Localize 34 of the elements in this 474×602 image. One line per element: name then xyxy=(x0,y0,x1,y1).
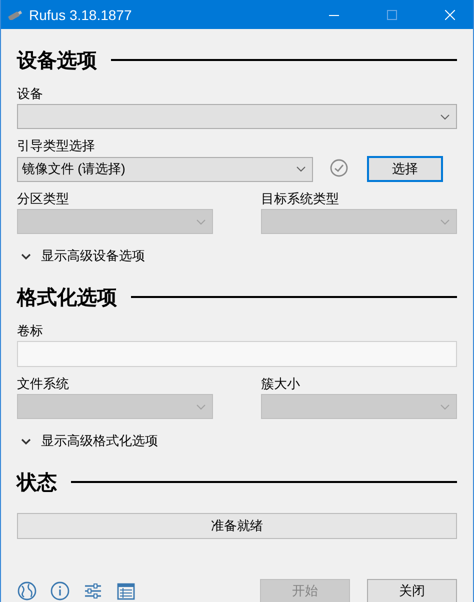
chevron-down-icon xyxy=(21,438,31,444)
settings-icon[interactable] xyxy=(83,581,103,601)
chevron-down-icon xyxy=(21,252,31,260)
field-label: 引导类型选择 xyxy=(17,138,96,154)
info-icon[interactable] xyxy=(50,581,70,601)
section-heading: 设备选项 xyxy=(17,48,97,74)
check-circle-icon xyxy=(330,159,348,177)
field-label: 簇大小 xyxy=(261,376,301,392)
expand-toggle[interactable]: 显示高级格式化选项 xyxy=(17,431,457,451)
chevron-down-icon xyxy=(196,218,206,224)
maximize-icon[interactable] xyxy=(387,10,397,20)
chevron-down-icon xyxy=(296,166,306,172)
status-bar: 准备就绪 xyxy=(17,513,457,539)
globe-icon[interactable] xyxy=(17,581,37,601)
usb-drive-icon xyxy=(7,10,23,20)
field-label: 文件系统 xyxy=(17,376,70,392)
section-heading: 格式化选项 xyxy=(17,286,117,310)
field-label: 目标系统类型 xyxy=(261,191,340,207)
footer-button[interactable]: 关闭 xyxy=(367,579,457,602)
chevron-down-icon xyxy=(440,218,450,224)
close-icon[interactable] xyxy=(445,10,455,20)
dropdown[interactable] xyxy=(17,104,457,129)
field-label: 分区类型 xyxy=(17,191,70,207)
expand-toggle[interactable]: 显示高级设备选项 xyxy=(17,246,457,266)
chevron-down-icon xyxy=(440,404,450,410)
field-label: 设备 xyxy=(17,86,44,102)
field-label: 卷标 xyxy=(17,323,44,339)
window-title: Rufus 3.18.1877 xyxy=(29,6,132,22)
chevron-down-icon xyxy=(440,114,450,120)
select-button[interactable]: 选择 xyxy=(367,156,443,182)
log-table-icon[interactable] xyxy=(116,581,136,601)
section-heading: 状态 xyxy=(17,470,57,496)
chevron-down-icon xyxy=(196,404,206,410)
dropdown[interactable]: 镜像文件 (请选择) xyxy=(17,156,313,182)
